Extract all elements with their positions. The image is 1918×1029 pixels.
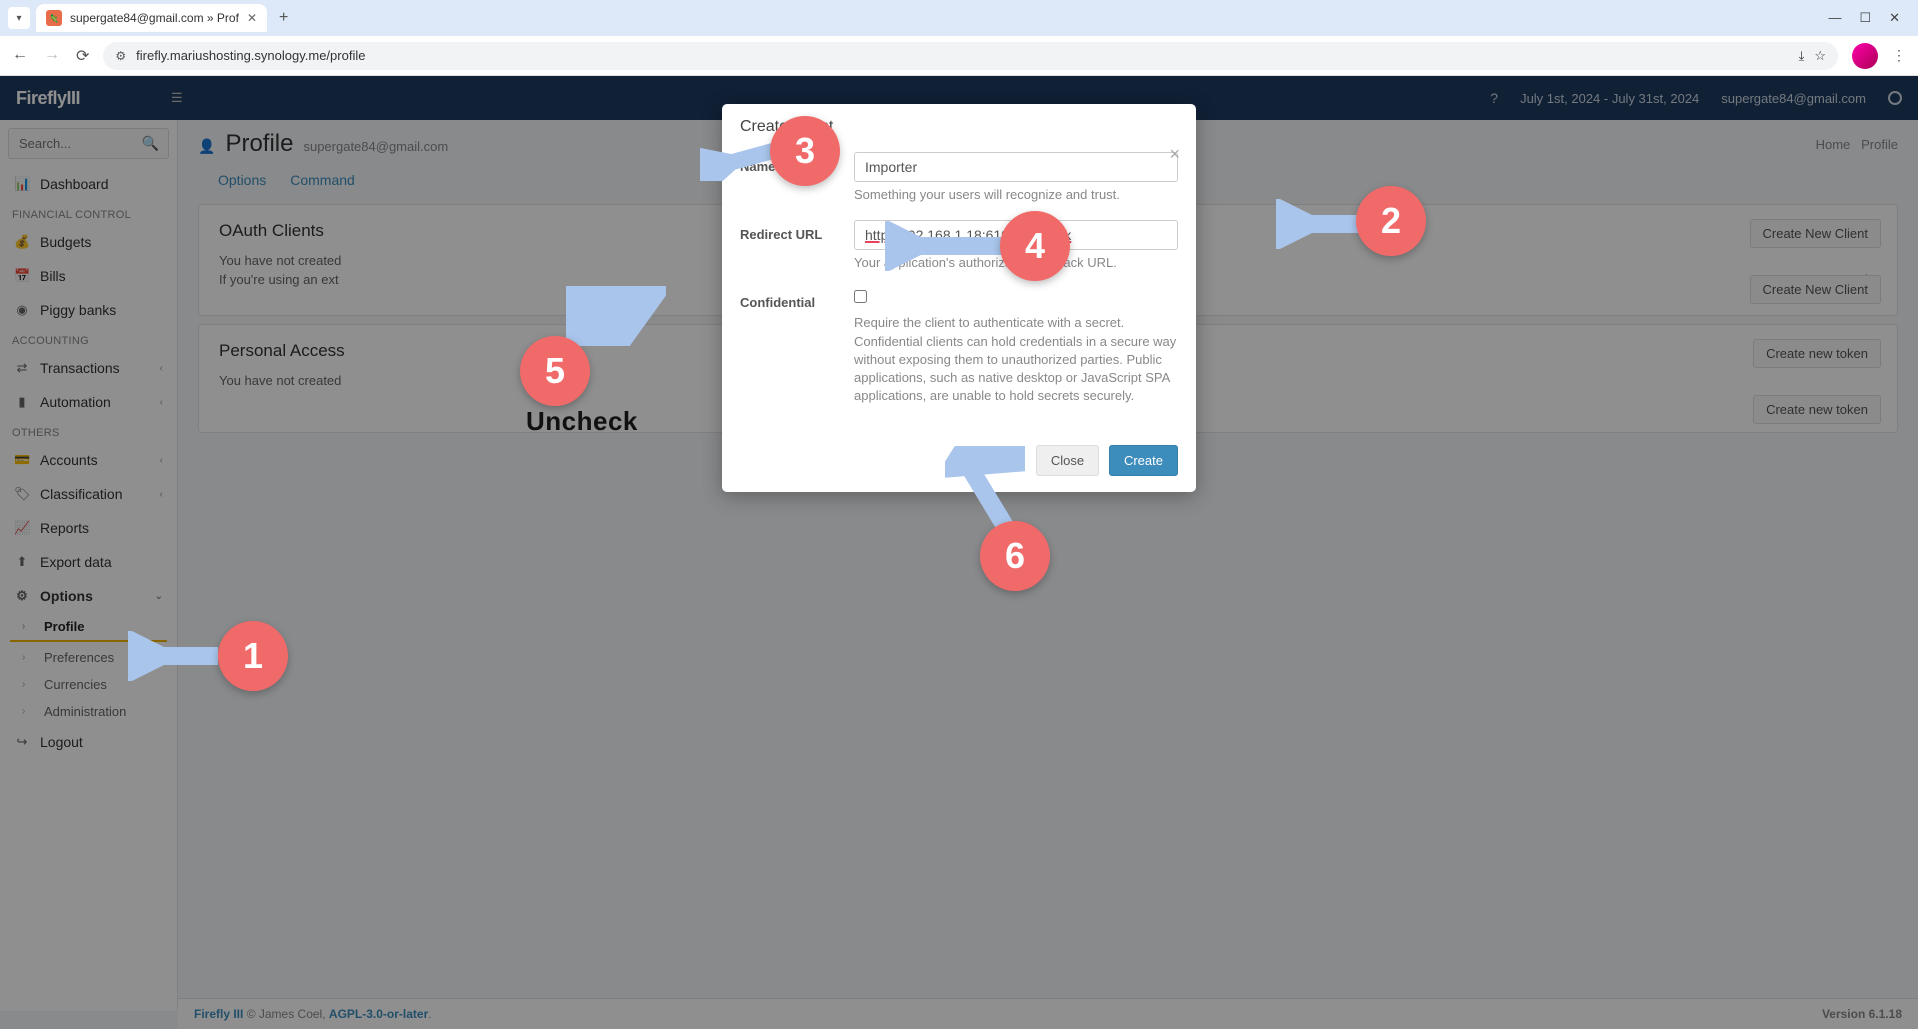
- confidential-hint: Require the client to authenticate with …: [854, 314, 1178, 405]
- reload-icon[interactable]: ⟳: [76, 46, 89, 66]
- modal-close-icon[interactable]: ×: [1169, 144, 1180, 165]
- new-tab-button[interactable]: +: [273, 9, 294, 27]
- browser-toolbar: ← → ⟳ ⚙ firefly.mariushosting.synology.m…: [0, 36, 1918, 76]
- firefly-favicon-icon: 🦎: [46, 10, 62, 26]
- browser-chrome: ▾ 🦎 supergate84@gmail.com » Prof ✕ + — ☐…: [0, 0, 1918, 76]
- annotation-arrow-5: [566, 286, 666, 346]
- confidential-label: Confidential: [740, 288, 842, 310]
- annotation-circle-4: 4: [1000, 211, 1070, 281]
- tab-bar: ▾ 🦎 supergate84@gmail.com » Prof ✕ + — ☐…: [0, 0, 1918, 36]
- annotation-uncheck-label: Uncheck: [526, 406, 638, 437]
- annotation-circle-1: 1: [218, 621, 288, 691]
- annotation-circle-6: 6: [980, 521, 1050, 591]
- url-text: firefly.mariushosting.synology.me/profil…: [136, 48, 365, 63]
- kebab-menu-icon[interactable]: ⋮: [1892, 47, 1906, 64]
- close-tab-icon[interactable]: ✕: [247, 11, 257, 25]
- annotation-circle-2: 2: [1356, 186, 1426, 256]
- close-button[interactable]: Close: [1036, 445, 1099, 476]
- annotation-arrow-4: [885, 221, 1015, 271]
- tab-list-dropdown[interactable]: ▾: [8, 7, 30, 29]
- bookmark-icon[interactable]: ☆: [1814, 48, 1826, 64]
- tab-title: supergate84@gmail.com » Prof: [70, 11, 239, 25]
- confidential-checkbox[interactable]: [854, 290, 867, 303]
- annotation-arrow-1: [128, 631, 228, 681]
- profile-avatar-icon[interactable]: [1852, 43, 1878, 69]
- forward-icon[interactable]: →: [44, 46, 60, 66]
- create-button[interactable]: Create: [1109, 445, 1178, 476]
- close-window-icon[interactable]: ✕: [1889, 10, 1900, 26]
- name-hint: Something your users will recognize and …: [854, 186, 1178, 204]
- url-bar[interactable]: ⚙ firefly.mariushosting.synology.me/prof…: [103, 42, 1838, 70]
- name-input[interactable]: [854, 152, 1178, 182]
- annotation-circle-3: 3: [770, 116, 840, 186]
- window-controls: — ☐ ✕: [1828, 10, 1910, 26]
- redirect-label: Redirect URL: [740, 220, 842, 242]
- install-app-icon[interactable]: ⤓: [1799, 48, 1805, 64]
- site-settings-icon[interactable]: ⚙: [115, 49, 126, 63]
- annotation-circle-5: 5: [520, 336, 590, 406]
- app-root: FireflyIII ☰ ? July 1st, 2024 - July 31s…: [0, 76, 1918, 1029]
- minimize-icon[interactable]: —: [1828, 10, 1841, 26]
- browser-tab[interactable]: 🦎 supergate84@gmail.com » Prof ✕: [36, 4, 267, 32]
- maximize-icon[interactable]: ☐: [1859, 10, 1871, 26]
- back-icon[interactable]: ←: [12, 46, 28, 66]
